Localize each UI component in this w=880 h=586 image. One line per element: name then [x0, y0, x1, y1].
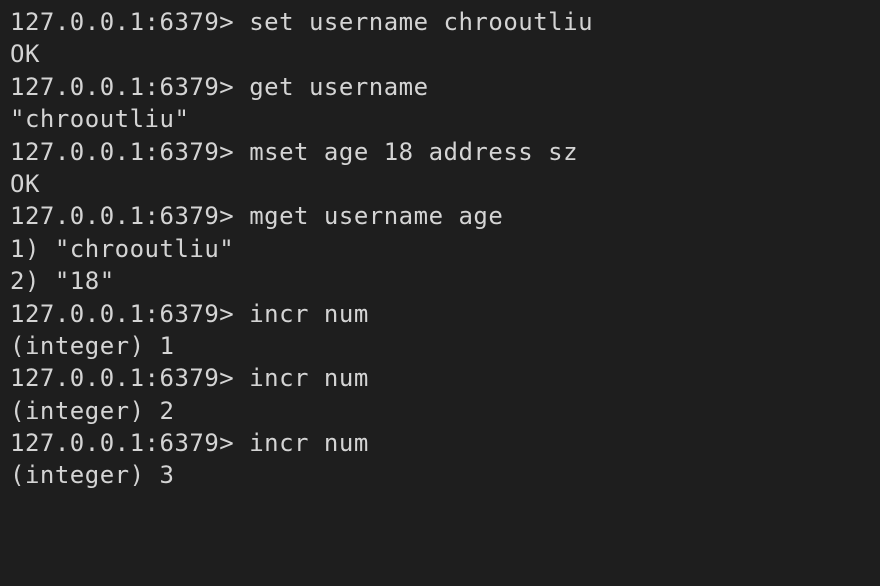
- command-text: get username: [249, 73, 428, 101]
- command-text: incr num: [249, 364, 369, 392]
- terminal-line: 127.0.0.1:6379> incr num: [10, 362, 870, 394]
- terminal-line: OK: [10, 38, 870, 70]
- command-text: mset age 18 address sz: [249, 138, 578, 166]
- terminal-line: (integer) 2: [10, 395, 870, 427]
- terminal-line: 127.0.0.1:6379> get username: [10, 71, 870, 103]
- prompt: 127.0.0.1:6379>: [10, 138, 249, 166]
- command-text: mget username age: [249, 202, 503, 230]
- terminal-output[interactable]: 127.0.0.1:6379> set username chrooutliu …: [10, 6, 870, 492]
- terminal-line: OK: [10, 168, 870, 200]
- terminal-line: (integer) 3: [10, 459, 870, 491]
- terminal-line: 1) "chrooutliu": [10, 233, 870, 265]
- terminal-line: 127.0.0.1:6379> mget username age: [10, 200, 870, 232]
- prompt: 127.0.0.1:6379>: [10, 300, 249, 328]
- terminal-line: 127.0.0.1:6379> incr num: [10, 298, 870, 330]
- prompt: 127.0.0.1:6379>: [10, 8, 249, 36]
- command-text: incr num: [249, 300, 369, 328]
- prompt: 127.0.0.1:6379>: [10, 429, 249, 457]
- prompt: 127.0.0.1:6379>: [10, 364, 249, 392]
- command-text: set username chrooutliu: [249, 8, 593, 36]
- command-text: incr num: [249, 429, 369, 457]
- terminal-line: 2) "18": [10, 265, 870, 297]
- terminal-line: "chrooutliu": [10, 103, 870, 135]
- terminal-line: 127.0.0.1:6379> incr num: [10, 427, 870, 459]
- terminal-line: (integer) 1: [10, 330, 870, 362]
- terminal-line: 127.0.0.1:6379> mset age 18 address sz: [10, 136, 870, 168]
- prompt: 127.0.0.1:6379>: [10, 202, 249, 230]
- terminal-line: 127.0.0.1:6379> set username chrooutliu: [10, 6, 870, 38]
- prompt: 127.0.0.1:6379>: [10, 73, 249, 101]
